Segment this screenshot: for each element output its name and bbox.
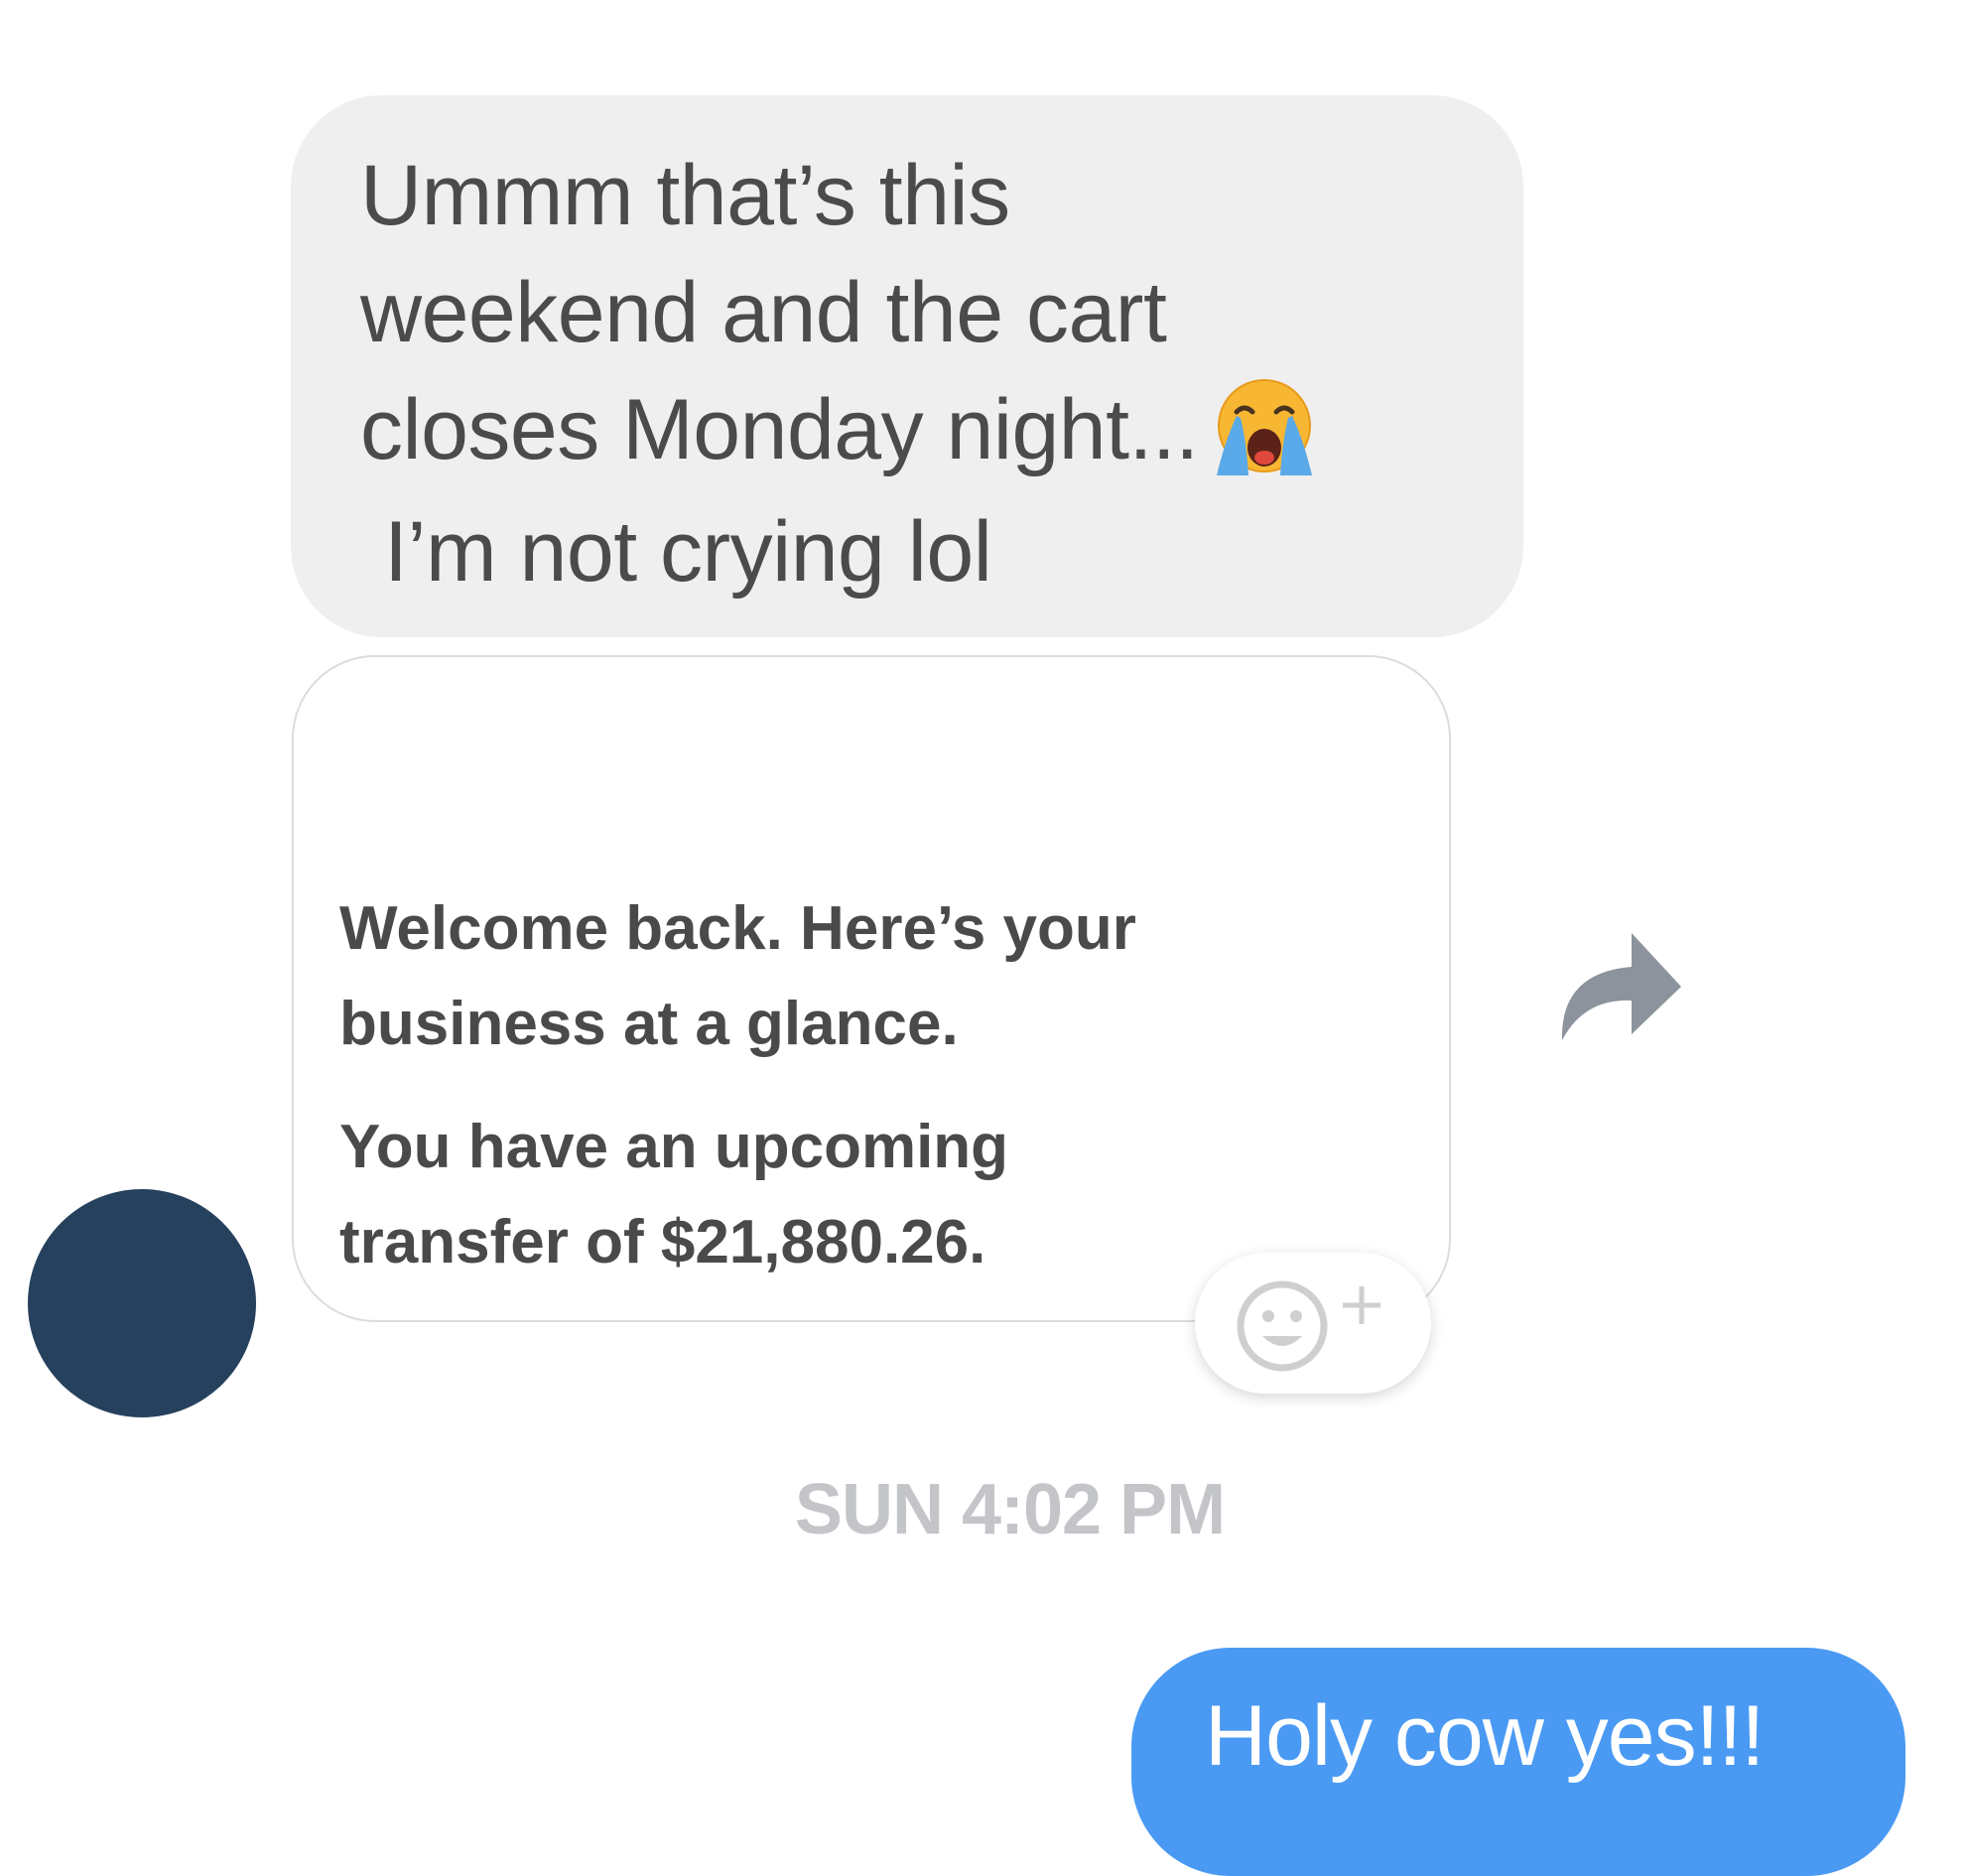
message-line: weekend and the cart	[360, 265, 1167, 360]
card-paragraph-welcome: Welcome back. Here’s your business at a …	[339, 881, 1136, 1072]
message-line: I’m not crying lol	[384, 504, 992, 601]
outgoing-message-bubble[interactable]: Holy cow yes!!!	[1131, 1648, 1905, 1876]
crying-face-emoji-icon	[1207, 372, 1322, 487]
card-paragraph-transfer: You have an upcoming transfer of $21,880…	[339, 1100, 1008, 1290]
card-text-line: Welcome back. Here’s your	[339, 894, 1136, 963]
card-text-line: business at a glance.	[339, 990, 959, 1058]
add-reaction-button[interactable]	[1195, 1253, 1431, 1394]
share-arrow-icon[interactable]	[1554, 929, 1685, 1046]
incoming-message-bubble[interactable]: Ummm that’s this weekend and the cart cl…	[291, 95, 1523, 637]
card-text-line: You have an upcoming	[339, 1113, 1009, 1181]
card-text-line: transfer of $21,880.26.	[339, 1208, 986, 1276]
message-timestamp: SUN 4:02 PM	[794, 1470, 1226, 1549]
message-line: Ummm that’s this	[360, 148, 1010, 243]
outgoing-message-text: Holy cow yes!!!	[1205, 1688, 1765, 1784]
message-line-text: closes Monday night...	[360, 382, 1199, 477]
shared-card-message[interactable]: Welcome back. Here’s your business at a …	[292, 655, 1451, 1322]
avatar[interactable]	[28, 1189, 256, 1417]
message-line-with-emoji: closes Monday night...	[360, 371, 1454, 493]
add-reaction-icon	[1237, 1280, 1380, 1372]
